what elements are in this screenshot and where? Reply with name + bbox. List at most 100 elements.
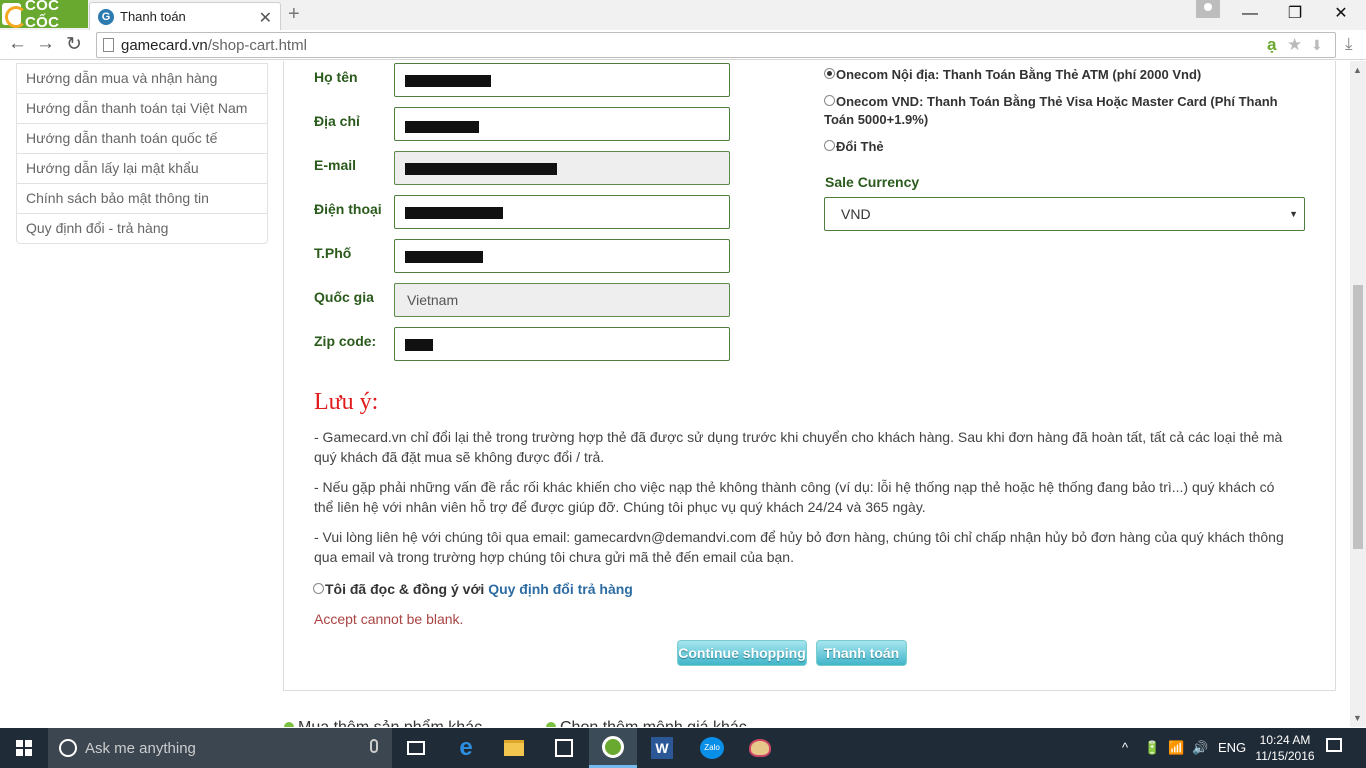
downloads-button-icon[interactable]: ⤓ bbox=[1345, 34, 1353, 54]
url-text[interactable]: gamecard.vn/shop-cart.html bbox=[121, 37, 307, 54]
input-language[interactable]: ENG bbox=[1218, 740, 1246, 755]
help-sidebar: Hướng dẫn mua và nhận hàng Hướng dẫn tha… bbox=[16, 63, 268, 244]
browser-title-bar: CỐC CỐC G Thanh toán ✕ + — ❐ ✕ bbox=[0, 0, 1366, 31]
scrollbar-thumb[interactable] bbox=[1353, 285, 1363, 549]
savior-download-icon[interactable]: ⬇ bbox=[1311, 37, 1323, 54]
city-input[interactable] bbox=[394, 239, 730, 273]
translate-icon[interactable]: ạ bbox=[1267, 35, 1276, 55]
return-policy-link[interactable]: Quy định đổi trả hàng bbox=[488, 581, 633, 597]
tab-title: Thanh toán bbox=[120, 9, 186, 24]
page-viewport: Hướng dẫn mua và nhận hàng Hướng dẫn tha… bbox=[0, 61, 1350, 727]
green-bullet-icon bbox=[284, 722, 294, 727]
zip-input[interactable] bbox=[394, 327, 730, 361]
url-path: /shop-cart.html bbox=[207, 37, 307, 54]
windows-logo-icon bbox=[16, 740, 32, 756]
sale-currency-select[interactable]: VND ▼ bbox=[824, 197, 1305, 231]
browser-tab[interactable]: G Thanh toán ✕ bbox=[89, 2, 281, 30]
paint-icon[interactable] bbox=[736, 728, 784, 768]
cortana-search-box[interactable]: Ask me anything bbox=[48, 728, 392, 768]
cortana-icon bbox=[59, 739, 77, 757]
page-icon bbox=[103, 38, 114, 52]
task-view-icon[interactable] bbox=[392, 728, 440, 768]
payment-atm-label: Onecom Nội địa: Thanh Toán Bằng Thẻ ATM … bbox=[836, 67, 1202, 82]
radio-atm[interactable] bbox=[824, 68, 835, 80]
back-button[interactable]: ← bbox=[8, 33, 27, 55]
coccoc-logo-icon bbox=[2, 3, 27, 28]
zalo-icon[interactable]: Zalo bbox=[688, 728, 736, 768]
country-input[interactable]: Vietnam bbox=[394, 283, 730, 317]
show-hidden-icons-icon[interactable]: ^ bbox=[1122, 740, 1128, 755]
radio-doi-the[interactable] bbox=[824, 140, 835, 152]
zip-label: Zip code: bbox=[314, 333, 377, 349]
scroll-down-arrow-icon[interactable]: ▼ bbox=[1353, 713, 1362, 723]
note-paragraph-2: - Nếu gặp phải những vấn đề rắc rối khác… bbox=[314, 477, 1314, 517]
word-icon[interactable]: W bbox=[638, 728, 686, 768]
sale-currency-label: Sale Currency bbox=[825, 174, 920, 190]
maximize-button[interactable]: ❐ bbox=[1272, 2, 1318, 28]
email-input[interactable] bbox=[394, 151, 730, 185]
minimize-button[interactable]: — bbox=[1227, 2, 1273, 28]
sidebar-item-lay-lai-mat-khau[interactable]: Hướng dẫn lấy lại mật khẩu bbox=[17, 153, 267, 183]
address-label: Địa chỉ bbox=[314, 113, 360, 129]
file-explorer-icon[interactable] bbox=[490, 728, 538, 768]
dropdown-arrow-icon: ▼ bbox=[1289, 209, 1298, 219]
green-bullet-icon bbox=[546, 722, 556, 727]
taskbar-clock[interactable]: 10:24 AM 11/15/2016 bbox=[1254, 732, 1316, 764]
radio-visa[interactable] bbox=[824, 95, 835, 107]
email-label: E-mail bbox=[314, 157, 357, 173]
close-window-button[interactable]: ✕ bbox=[1318, 2, 1364, 28]
payment-option-visa[interactable]: Onecom VND: Thanh Toán Bằng Thẻ Visa Hoặ… bbox=[824, 93, 1294, 129]
battery-icon[interactable]: 🔋 bbox=[1144, 740, 1160, 756]
accept-error-message: Accept cannot be blank. bbox=[314, 611, 464, 627]
more-products-link[interactable]: Mua thêm sản phẩm khác bbox=[284, 719, 482, 727]
coccoc-taskbar-icon[interactable] bbox=[589, 728, 637, 768]
sidebar-item-huong-dan-mua[interactable]: Hướng dẫn mua và nhận hàng bbox=[17, 63, 267, 93]
name-label: Họ tên bbox=[314, 69, 358, 85]
reload-button[interactable]: ↻ bbox=[66, 33, 82, 56]
volume-icon[interactable]: 🔊 bbox=[1192, 740, 1208, 756]
browser-toolbar: ← → ↻ gamecard.vn/shop-cart.html ạ ★ ⬇ bbox=[0, 30, 1366, 60]
close-tab-icon[interactable]: ✕ bbox=[259, 8, 272, 28]
action-center-icon[interactable] bbox=[1326, 738, 1342, 752]
country-label: Quốc gia bbox=[314, 289, 374, 305]
coccoc-logo[interactable]: CỐC CỐC bbox=[0, 0, 88, 31]
sidebar-item-thanh-toan-vn[interactable]: Hướng dẫn thanh toán tại Việt Nam bbox=[17, 93, 267, 123]
payment-option-doi-the[interactable]: Đổi Thẻ bbox=[824, 138, 884, 156]
more-products-label: Mua thêm sản phẩm khác bbox=[298, 719, 482, 727]
more-denominations-label: Chọn thêm mệnh giá khác bbox=[560, 719, 747, 727]
sidebar-item-bao-mat[interactable]: Chính sách bảo mật thông tin bbox=[17, 183, 267, 213]
note-paragraph-1: - Gamecard.vn chỉ đổi lại thẻ trong trườ… bbox=[314, 427, 1314, 467]
agree-radio[interactable] bbox=[313, 582, 324, 594]
city-label: T.Phố bbox=[314, 245, 352, 261]
edge-browser-icon[interactable]: e bbox=[442, 728, 490, 768]
note-p1-line1: - Gamecard.vn chỉ đổi lại thẻ trong trườ… bbox=[314, 429, 1283, 445]
note-paragraph-3: - Vui lòng liên hệ với chúng tôi qua ema… bbox=[314, 527, 1314, 567]
new-tab-button[interactable]: + bbox=[288, 3, 300, 26]
name-input[interactable] bbox=[394, 63, 730, 97]
payment-option-atm[interactable]: Onecom Nội địa: Thanh Toán Bằng Thẻ ATM … bbox=[824, 66, 1201, 84]
network-icon[interactable]: 📶 bbox=[1168, 740, 1184, 756]
scroll-up-arrow-icon[interactable]: ▲ bbox=[1353, 65, 1362, 75]
bookmark-star-icon[interactable]: ★ bbox=[1287, 35, 1302, 55]
phone-input[interactable] bbox=[394, 195, 730, 229]
note-p2-line1: - Nếu gặp phải những vấn đề rắc rối khác… bbox=[314, 479, 1275, 495]
sidebar-item-thanh-toan-quoc-te[interactable]: Hướng dẫn thanh toán quốc tế bbox=[17, 123, 267, 153]
page-scrollbar[interactable]: ▲ ▼ bbox=[1350, 61, 1366, 727]
sidebar-item-doi-tra[interactable]: Quy định đổi - trả hàng bbox=[17, 213, 267, 243]
windows-taskbar: Ask me anything e W Zalo ^ 🔋 📶 🔊 ENG 10:… bbox=[0, 728, 1366, 768]
store-icon[interactable] bbox=[540, 728, 588, 768]
clock-time: 10:24 AM bbox=[1259, 733, 1311, 747]
agree-text: Tôi đã đọc & đồng ý với bbox=[325, 581, 489, 597]
address-bar[interactable]: gamecard.vn/shop-cart.html ạ ★ ⬇ bbox=[96, 32, 1336, 58]
user-profile-icon[interactable] bbox=[1196, 0, 1220, 18]
agree-terms[interactable]: Tôi đã đọc & đồng ý với Quy định đổi trả… bbox=[313, 581, 633, 597]
payment-visa-label: Onecom VND: Thanh Toán Bằng Thẻ Visa Hoặ… bbox=[836, 94, 1278, 109]
continue-shopping-button[interactable]: Continue shopping bbox=[677, 640, 807, 666]
start-button[interactable] bbox=[0, 728, 48, 768]
forward-button[interactable]: → bbox=[36, 33, 55, 55]
address-input[interactable] bbox=[394, 107, 730, 141]
microphone-icon[interactable] bbox=[370, 739, 378, 753]
checkout-button[interactable]: Thanh toán bbox=[816, 640, 907, 666]
more-denominations-link[interactable]: Chọn thêm mệnh giá khác bbox=[546, 719, 747, 727]
redacted-value bbox=[405, 207, 503, 219]
